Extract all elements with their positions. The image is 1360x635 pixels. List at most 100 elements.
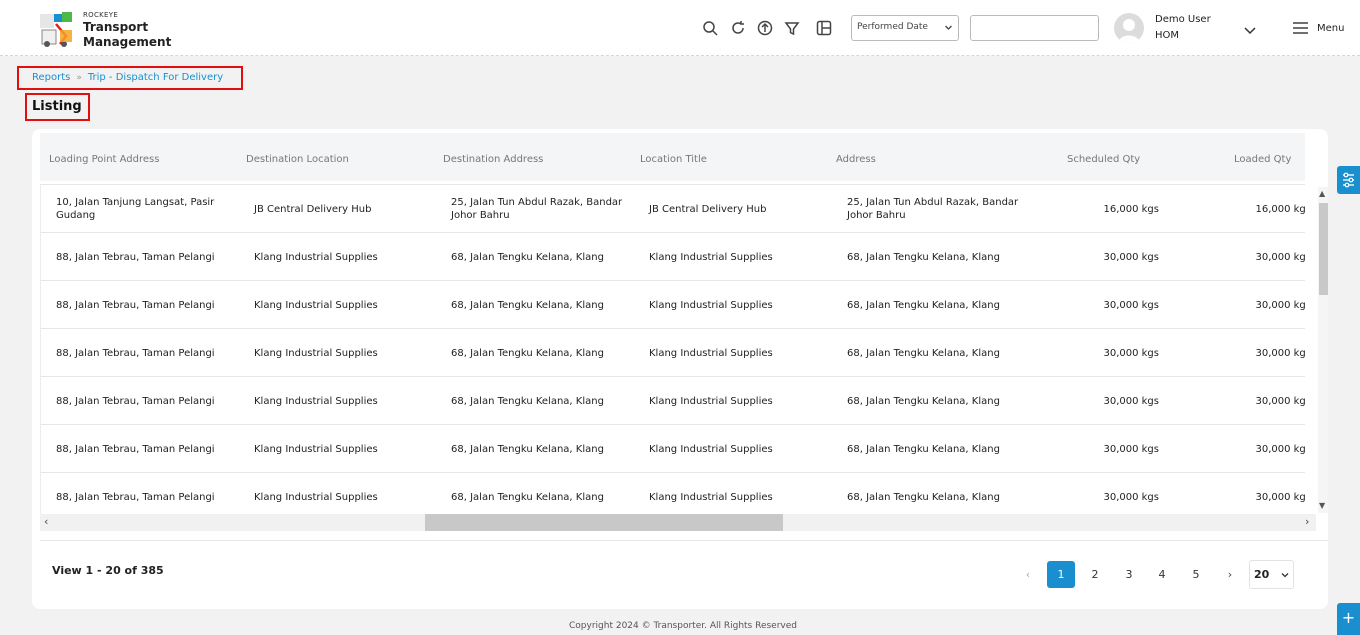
chevron-down-icon[interactable] [1243, 22, 1257, 36]
listing-card: Loading Point Address Destination Locati… [32, 129, 1328, 609]
page-button-1[interactable]: 1 [1047, 561, 1075, 588]
cell-destination-location: Klang Industrial Supplies [254, 299, 378, 311]
cell-loading-point-address: 88, Jalan Tebrau, Taman Pelangi [56, 299, 215, 311]
column-header-destination-location[interactable]: Destination Location [246, 154, 349, 165]
brand-title-line1: Transport [83, 20, 149, 34]
scroll-down-icon[interactable]: ▼ [1319, 501, 1325, 510]
cell-loaded-qty: 16,000 kgs [1255, 203, 1305, 215]
date-range-input[interactable] [970, 15, 1099, 41]
cell-destination-address: 68, Jalan Tengku Kelana, Klang [451, 443, 604, 455]
cell-destination-address: 68, Jalan Tengku Kelana, Klang [451, 395, 604, 407]
cell-location-title: Klang Industrial Supplies [649, 491, 773, 503]
brand-small: ROCKEYE [83, 11, 119, 19]
cell-location-title: Klang Industrial Supplies [649, 347, 773, 359]
breadcrumb: Reports » Trip - Dispatch For Delivery [17, 66, 243, 90]
cell-destination-location: Klang Industrial Supplies [254, 491, 378, 503]
column-header-scheduled-qty[interactable]: Scheduled Qty [1067, 154, 1140, 165]
cell-destination-location: Klang Industrial Supplies [254, 251, 378, 263]
cell-location-title: Klang Industrial Supplies [649, 299, 773, 311]
cell-loaded-qty: 30,000 kgs [1255, 443, 1305, 455]
cell-destination-address: 68, Jalan Tengku Kelana, Klang [451, 299, 604, 311]
cell-scheduled-qty: 16,000 kgs [1103, 203, 1159, 215]
page-button-5[interactable]: 5 [1182, 561, 1210, 588]
chevron-down-icon [945, 25, 952, 30]
chevron-right-icon[interactable]: › [1216, 561, 1244, 588]
search-icon[interactable] [701, 19, 719, 37]
cell-destination-address: 68, Jalan Tengku Kelana, Klang [451, 251, 604, 263]
cell-destination-location: Klang Industrial Supplies [254, 347, 378, 359]
column-header-location-title[interactable]: Location Title [640, 154, 707, 165]
table-body: 10, Jalan Tanjung Langsat, Pasir Gudang J… [40, 184, 1305, 514]
page-title: Listing [25, 93, 90, 121]
cell-loading-point-address: 10, Jalan Tanjung Langsat, Pasir Gudang [56, 197, 215, 221]
hamburger-menu-icon[interactable] [1292, 21, 1309, 35]
user-name: Demo User [1155, 14, 1211, 25]
brand-title-line2: Management [83, 35, 172, 49]
cell-address: 68, Jalan Tengku Kelana, Klang [847, 491, 1000, 503]
cell-destination-location: Klang Industrial Supplies [254, 443, 378, 455]
cell-address: 68, Jalan Tengku Kelana, Klang [847, 251, 1000, 263]
upload-icon[interactable] [756, 19, 774, 37]
settings-side-tab[interactable] [1337, 166, 1360, 194]
cell-address: 68, Jalan Tengku Kelana, Klang [847, 347, 1000, 359]
cell-destination-location: JB Central Delivery Hub [254, 203, 372, 215]
table-row[interactable]: 88, Jalan Tebrau, Taman Pelangi Klang Ind… [41, 233, 1305, 281]
scroll-left-icon[interactable]: ‹ [44, 515, 48, 528]
table-row[interactable]: 88, Jalan Tebrau, Taman Pelangi Klang Ind… [41, 329, 1305, 377]
page-button-3[interactable]: 3 [1115, 561, 1143, 588]
cell-loaded-qty: 30,000 kgs [1255, 395, 1305, 407]
cell-scheduled-qty: 30,000 kgs [1103, 347, 1159, 359]
cell-destination-location: Klang Industrial Supplies [254, 395, 378, 407]
cell-address: 68, Jalan Tengku Kelana, Klang [847, 395, 1000, 407]
cell-scheduled-qty: 30,000 kgs [1103, 443, 1159, 455]
horizontal-scroll-thumb[interactable] [425, 514, 783, 531]
cell-destination-address: 68, Jalan Tengku Kelana, Klang [451, 491, 604, 503]
page-button-4[interactable]: 4 [1148, 561, 1176, 588]
vertical-scroll-thumb[interactable] [1319, 203, 1328, 295]
table-row[interactable]: 88, Jalan Tebrau, Taman Pelangi Klang Ind… [41, 281, 1305, 329]
table-header: Loading Point Address Destination Locati… [40, 133, 1305, 181]
table-row[interactable]: 88, Jalan Tebrau, Taman Pelangi Klang Ind… [41, 377, 1305, 425]
table-row[interactable]: 88, Jalan Tebrau, Taman Pelangi Klang Ind… [41, 425, 1305, 473]
cell-loaded-qty: 30,000 kgs [1255, 251, 1305, 263]
scroll-up-icon[interactable]: ▲ [1319, 189, 1325, 198]
date-filter-select[interactable]: Performed Date [851, 15, 959, 41]
divider [40, 540, 1328, 541]
column-header-loaded-qty[interactable]: Loaded Qty [1234, 154, 1291, 165]
breadcrumb-item-reports[interactable]: Reports [32, 72, 70, 83]
cell-destination-address: 25, Jalan Tun Abdul Razak, Bandar Johor … [451, 197, 623, 221]
page-size-value: 20 [1254, 568, 1270, 581]
cell-scheduled-qty: 30,000 kgs [1103, 299, 1159, 311]
view-count: View 1 - 20 of 385 [52, 564, 164, 577]
cell-scheduled-qty: 30,000 kgs [1103, 491, 1159, 503]
cell-location-title: Klang Industrial Supplies [649, 395, 773, 407]
column-header-address[interactable]: Address [836, 154, 876, 165]
cell-loading-point-address: 88, Jalan Tebrau, Taman Pelangi [56, 251, 215, 263]
scroll-right-icon[interactable]: › [1305, 515, 1309, 528]
menu-label[interactable]: Menu [1317, 23, 1344, 34]
table-row[interactable]: 10, Jalan Tanjung Langsat, Pasir Gudang J… [41, 185, 1305, 233]
avatar[interactable] [1114, 13, 1144, 43]
horizontal-scrollbar[interactable]: ‹ › [40, 514, 1316, 531]
cell-location-title: JB Central Delivery Hub [649, 203, 767, 215]
page-button-2[interactable]: 2 [1081, 561, 1109, 588]
breadcrumb-item-current[interactable]: Trip - Dispatch For Delivery [88, 72, 223, 83]
cell-location-title: Klang Industrial Supplies [649, 251, 773, 263]
cell-loaded-qty: 30,000 kgs [1255, 491, 1305, 503]
cell-address: 68, Jalan Tengku Kelana, Klang [847, 443, 1000, 455]
chevron-left-icon[interactable]: ‹ [1014, 561, 1042, 588]
sliders-icon [1343, 172, 1354, 188]
table-row[interactable]: 88, Jalan Tebrau, Taman Pelangi Klang Ind… [41, 473, 1305, 514]
column-header-loading-point-address[interactable]: Loading Point Address [49, 154, 159, 165]
refresh-icon[interactable] [729, 19, 747, 37]
cell-address: 25, Jalan Tun Abdul Razak, Bandar Johor … [847, 197, 1019, 221]
date-filter-value: Performed Date [857, 22, 928, 32]
cell-loading-point-address: 88, Jalan Tebrau, Taman Pelangi [56, 395, 215, 407]
page-size-select[interactable]: 20 [1249, 560, 1294, 589]
column-header-destination-address[interactable]: Destination Address [443, 154, 543, 165]
columns-icon[interactable] [815, 19, 833, 37]
vertical-scrollbar[interactable]: ▲ ▼ [1318, 187, 1328, 513]
filter-icon[interactable] [783, 19, 801, 37]
copyright-text: Copyright 2024 © Transporter. All Rights… [569, 621, 797, 631]
chevron-double-right-icon: » [76, 73, 82, 83]
